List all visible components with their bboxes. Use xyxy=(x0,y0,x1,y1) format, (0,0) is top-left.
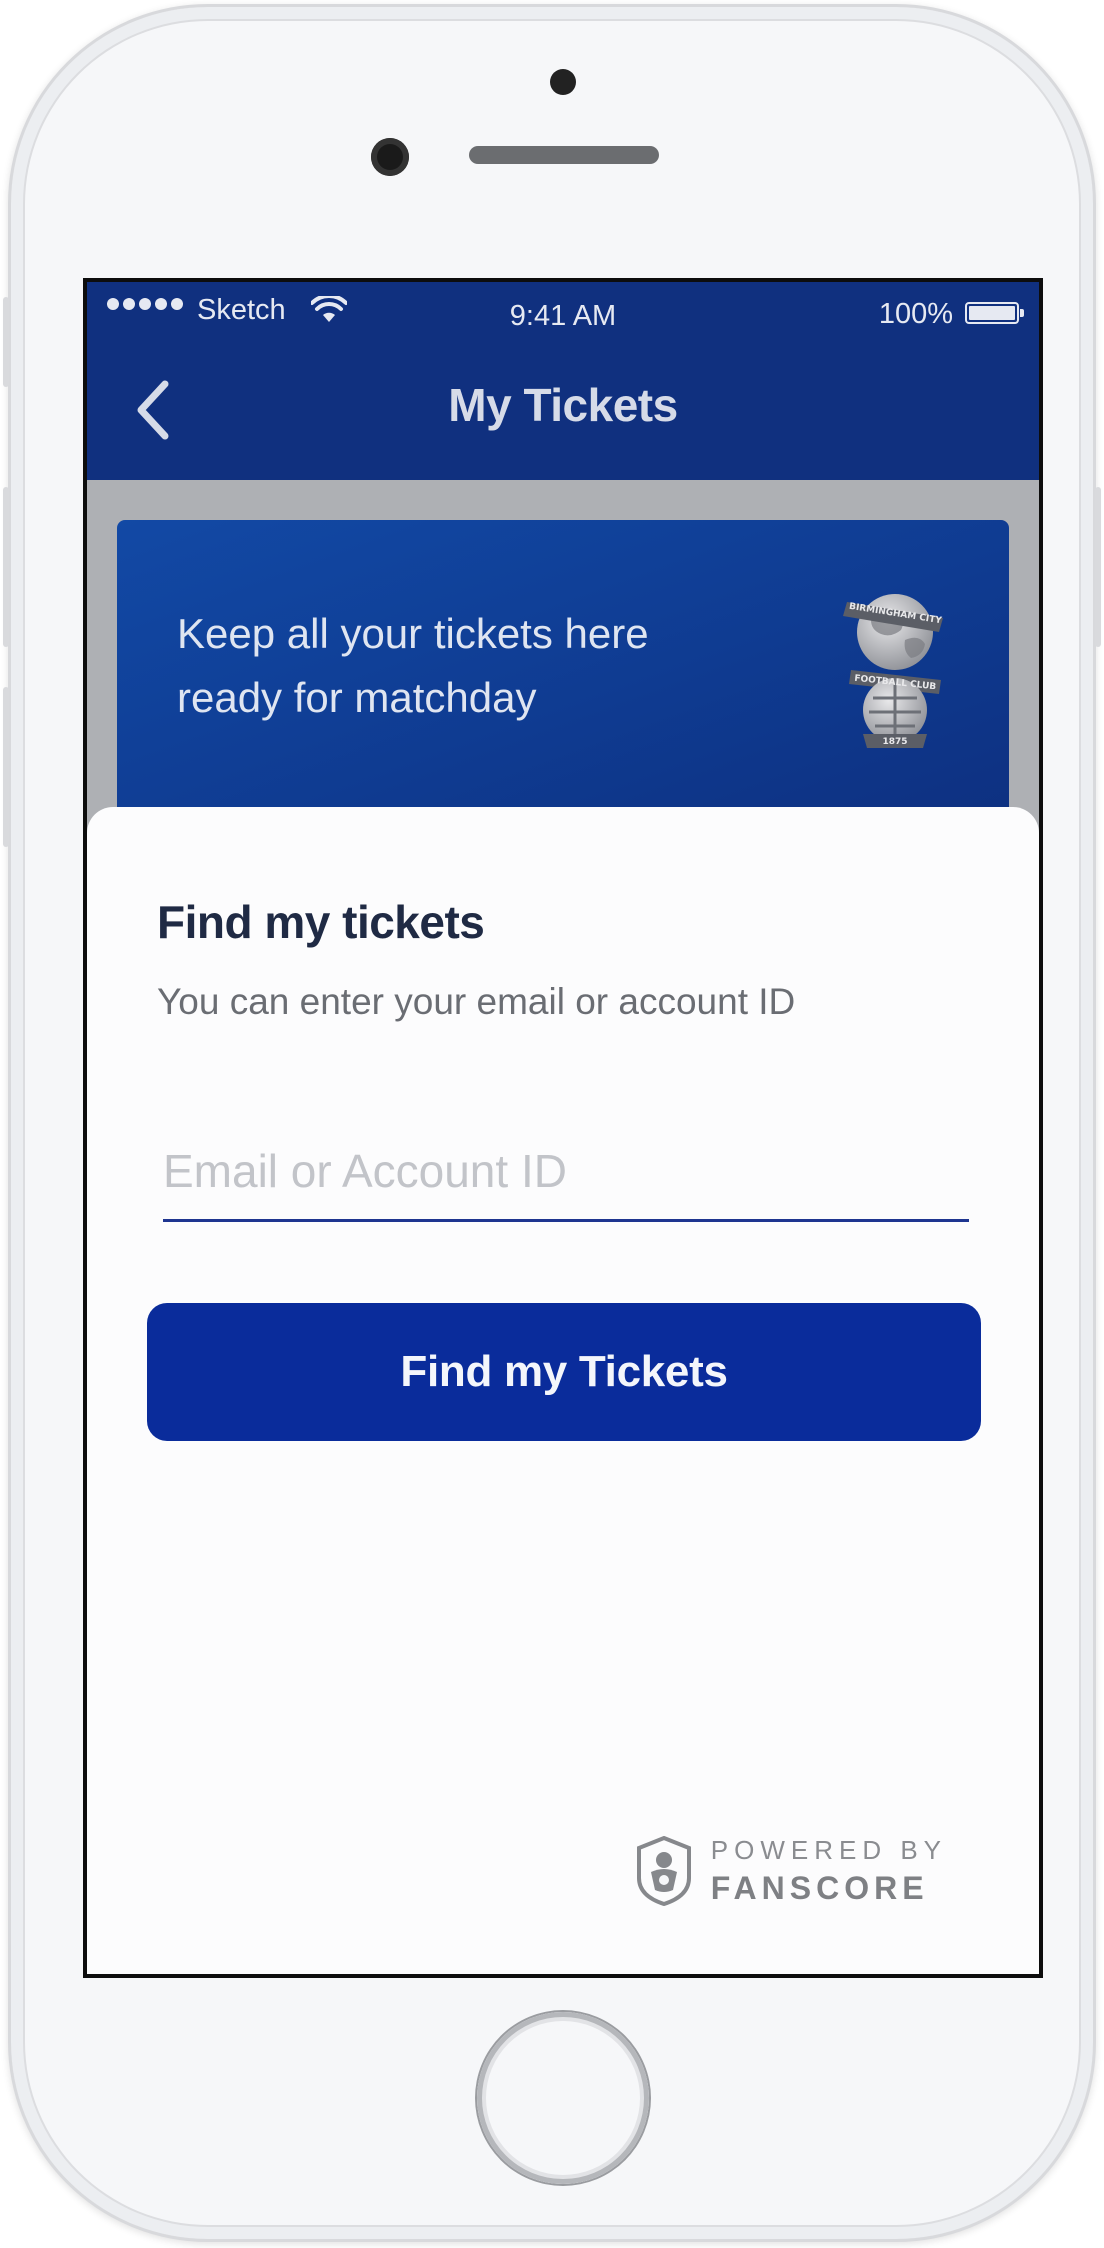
find-tickets-sheet: Find my tickets You can enter your email… xyxy=(87,807,1039,1974)
promo-banner: Keep all your tickets here ready for mat… xyxy=(117,520,1009,850)
battery-icon xyxy=(965,302,1024,324)
mute-switch xyxy=(3,297,9,387)
volume-up-button xyxy=(3,487,9,647)
page-title: My Tickets xyxy=(448,379,678,431)
fanscore-logo-icon xyxy=(636,1836,691,1906)
crest-lettering-year: 1875 xyxy=(882,737,907,747)
fanscore-brand-label: FANSCORE xyxy=(710,1870,929,1906)
email-field-container xyxy=(163,1127,969,1222)
powered-by-label: POWERED BY xyxy=(710,1835,947,1865)
home-button[interactable] xyxy=(477,2012,649,2184)
sheet-subtitle: You can enter your email or account ID xyxy=(157,981,796,1022)
volume-down-button xyxy=(3,687,9,847)
birmingham-city-crest-icon: BIRMINGHAM CITY FOOTBALL CLUB 1875 xyxy=(843,594,943,748)
battery-percentage: 100% xyxy=(878,298,953,330)
phone-frame: Sketch 9:41 AM 100% My Tickets Keep all … xyxy=(3,4,1101,2242)
proximity-sensor xyxy=(550,69,576,95)
navigation-bar: My Tickets xyxy=(87,340,1039,480)
powered-by-fanscore: POWERED BY FANSCORE xyxy=(635,1835,947,1907)
screen: Sketch 9:41 AM 100% My Tickets Keep all … xyxy=(83,278,1043,1978)
status-bar: Sketch 9:41 AM 100% xyxy=(87,282,1039,340)
promo-text: Keep all your tickets here ready for mat… xyxy=(177,610,649,721)
power-button xyxy=(1095,487,1101,647)
find-my-tickets-button[interactable]: Find my Tickets xyxy=(147,1303,981,1441)
front-camera xyxy=(371,138,409,176)
earpiece-speaker xyxy=(469,146,659,164)
email-or-account-id-input[interactable] xyxy=(163,1131,969,1211)
sheet-title: Find my tickets xyxy=(157,896,485,948)
